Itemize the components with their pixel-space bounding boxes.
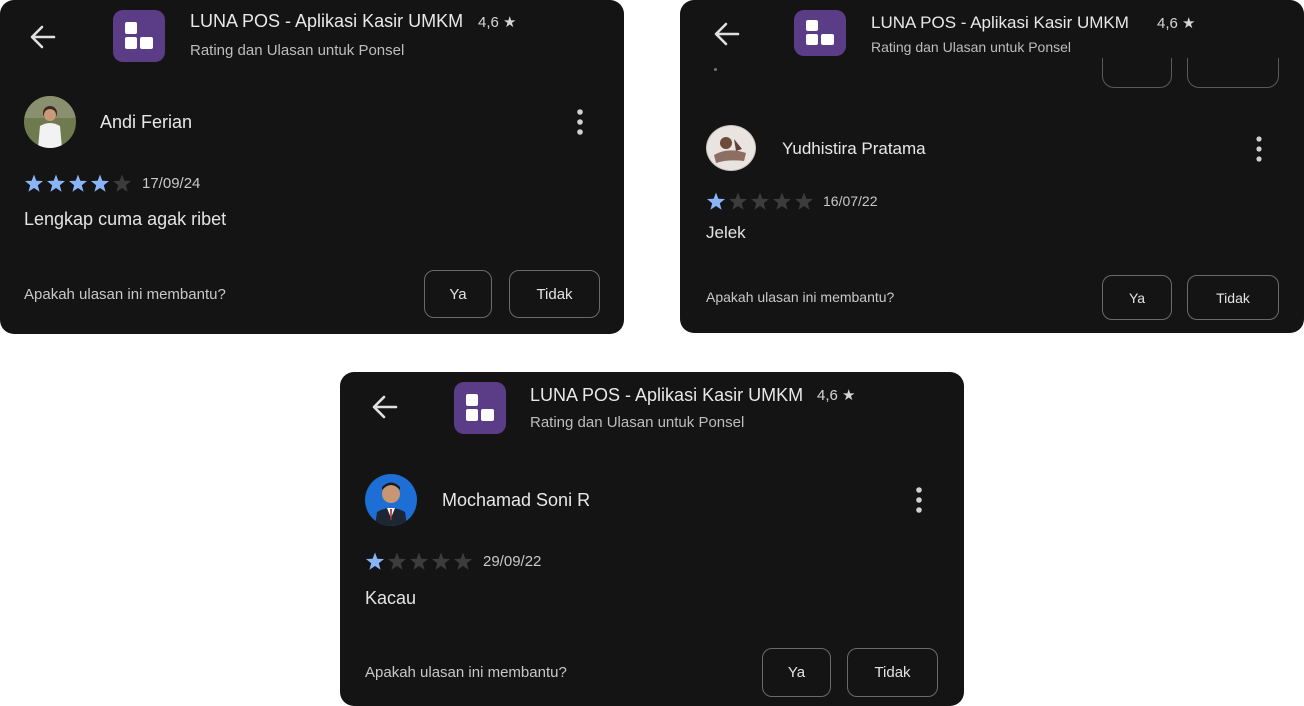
star-filled-icon: [46, 174, 66, 192]
helpful-no-button[interactable]: Tidak: [847, 648, 938, 697]
review-date: 16/07/22: [823, 193, 878, 209]
star-empty-icon: [112, 174, 132, 192]
review-card: LUNA POS - Aplikasi Kasir UMKM 4,6 ★ Rat…: [0, 0, 624, 334]
page-subtitle: Rating dan Ulasan untuk Ponsel: [530, 414, 745, 431]
more-options-icon[interactable]: [1249, 134, 1269, 164]
page-subtitle: Rating dan Ulasan untuk Ponsel: [871, 39, 1072, 55]
partial-button: [1102, 58, 1172, 88]
partial-button: [1187, 58, 1279, 88]
review-text: Lengkap cuma agak ribet: [24, 209, 227, 229]
app-icon: [454, 382, 506, 434]
star-filled-icon: [706, 192, 726, 210]
star-empty-icon: [409, 552, 429, 570]
more-options-icon[interactable]: [570, 107, 590, 137]
star-filled-icon: [24, 174, 44, 192]
review-text: Jelek: [706, 223, 746, 242]
review-card: LUNA POS - Aplikasi Kasir UMKM 4,6 ★ Rat…: [680, 0, 1304, 333]
star-filled-icon: [365, 552, 385, 570]
app-icon: [794, 10, 846, 56]
star-empty-icon: [387, 552, 407, 570]
review-text: Kacau: [365, 588, 417, 608]
avatar: [365, 474, 417, 526]
star-filled-icon: [90, 174, 110, 192]
star-empty-icon: [794, 192, 814, 210]
star-rating: [365, 552, 473, 570]
review-date: 17/09/24: [142, 175, 201, 192]
review-author: Mochamad Soni R: [442, 490, 591, 510]
app-rating: 4,6 ★: [478, 14, 517, 31]
star-rating: [706, 192, 814, 210]
review-author: Andi Ferian: [100, 112, 193, 132]
avatar: [24, 96, 76, 148]
helpful-yes-button[interactable]: Ya: [762, 648, 831, 697]
review-card: LUNA POS - Aplikasi Kasir UMKM 4,6 ★ Rat…: [340, 372, 964, 706]
star-empty-icon: [728, 192, 748, 210]
review-date: 29/09/22: [483, 553, 542, 570]
helpful-no-button[interactable]: Tidak: [509, 270, 600, 318]
more-options-icon[interactable]: [909, 485, 929, 515]
avatar: [706, 125, 756, 171]
app-title: LUNA POS - Aplikasi Kasir UMKM: [190, 11, 464, 31]
app-title: LUNA POS - Aplikasi Kasir UMKM: [530, 385, 804, 405]
app-rating: 4,6 ★: [817, 387, 856, 404]
star-filled-icon: [68, 174, 88, 192]
back-arrow-icon[interactable]: [710, 17, 744, 51]
back-arrow-icon[interactable]: [368, 390, 402, 424]
app-title: LUNA POS - Aplikasi Kasir UMKM: [871, 13, 1129, 32]
partial-text: [714, 68, 717, 71]
helpful-yes-button[interactable]: Ya: [1102, 275, 1172, 320]
helpful-question: Apakah ulasan ini membantu?: [365, 664, 567, 681]
helpful-yes-button[interactable]: Ya: [424, 270, 492, 318]
app-icon: [113, 10, 165, 62]
helpful-question: Apakah ulasan ini membantu?: [706, 289, 895, 305]
helpful-question: Apakah ulasan ini membantu?: [24, 286, 226, 303]
star-empty-icon: [772, 192, 792, 210]
helpful-no-button[interactable]: Tidak: [1187, 275, 1279, 320]
star-empty-icon: [431, 552, 451, 570]
back-arrow-icon[interactable]: [26, 20, 60, 54]
star-empty-icon: [750, 192, 770, 210]
star-rating: [24, 174, 132, 192]
star-empty-icon: [453, 552, 473, 570]
review-author: Yudhistira Pratama: [782, 139, 926, 158]
page-subtitle: Rating dan Ulasan untuk Ponsel: [190, 42, 405, 59]
app-rating: 4,6 ★: [1157, 15, 1196, 32]
